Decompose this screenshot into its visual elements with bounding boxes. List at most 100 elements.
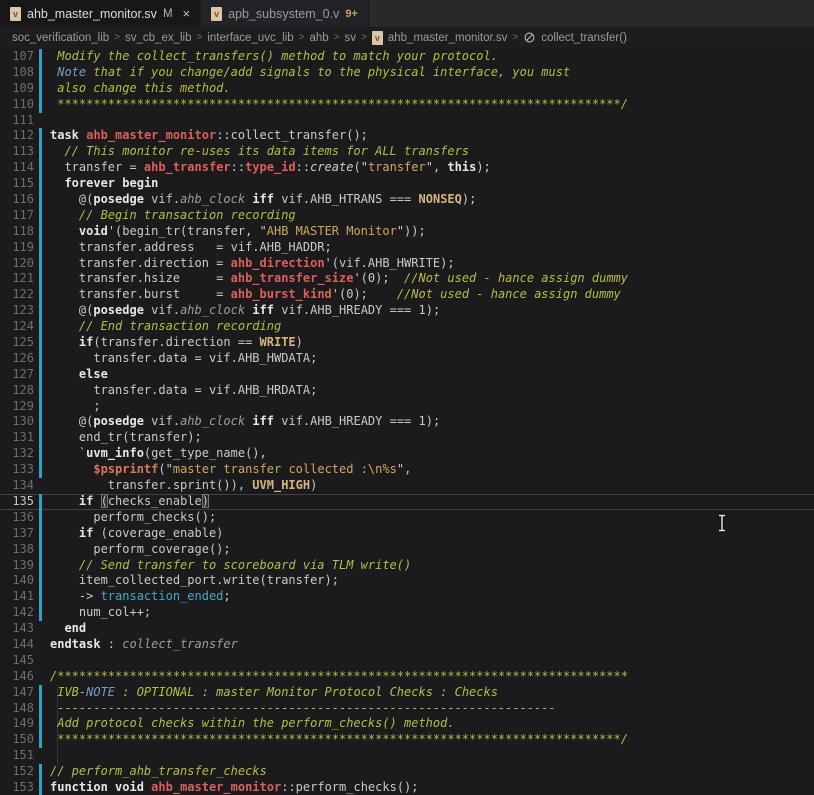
modified-gutter-bar	[39, 49, 42, 65]
code-line[interactable]: 115 forever begin	[0, 176, 814, 192]
code-line[interactable]: 126 transfer.data = vif.AHB_HWDATA;	[0, 351, 814, 367]
modified-gutter-bar	[39, 764, 42, 780]
code-line[interactable]: 117 // Begin transaction recording	[0, 208, 814, 224]
code-text: Note that if you change/add signals to t…	[50, 65, 570, 79]
breadcrumb-item[interactable]: soc_verification_lib	[12, 32, 109, 44]
code-text: $psprintf("master transfer collected :\n…	[50, 462, 411, 476]
tab-label: ahb_master_monitor.sv	[27, 7, 157, 21]
code-line[interactable]: 138 perform_coverage();	[0, 542, 814, 558]
code-line[interactable]: 124 // End transaction recording	[0, 319, 814, 335]
code-line[interactable]: 137 if (coverage_enable)	[0, 526, 814, 542]
vscode-window: v ahb_master_monitor.sv M × v apb_subsys…	[0, 0, 814, 795]
line-number: 131	[0, 430, 34, 444]
tab-bar: v ahb_master_monitor.sv M × v apb_subsys…	[0, 0, 814, 27]
code-text: ****************************************…	[50, 97, 628, 111]
modified-gutter-bar	[39, 271, 42, 287]
modified-gutter-bar	[39, 176, 42, 192]
code-line[interactable]: 139 // Send transfer to scoreboard via T…	[0, 558, 814, 574]
code-line[interactable]: 142 num_col++;	[0, 605, 814, 621]
code-line[interactable]: 141 -> transaction_ended;	[0, 589, 814, 605]
code-line[interactable]: 129 ;	[0, 399, 814, 415]
code-line[interactable]: 121 transfer.hsize = ahb_transfer_size'(…	[0, 271, 814, 287]
breadcrumb-separator: >	[512, 32, 518, 43]
code-line[interactable]: 149 Add protocol checks within the perfo…	[0, 716, 814, 732]
breadcrumb-separator: >	[299, 32, 305, 43]
code-line[interactable]: 118 void'(begin_tr(transfer, "AHB MASTER…	[0, 224, 814, 240]
code-line[interactable]: 110 ************************************…	[0, 97, 814, 113]
breadcrumb-item[interactable]: ahb	[310, 32, 329, 44]
code-area[interactable]: 107 Modify the collect_transfers() metho…	[0, 49, 814, 795]
close-icon[interactable]: ×	[183, 6, 191, 21]
breadcrumb-item[interactable]: sv	[345, 32, 357, 44]
code-line[interactable]: 125 if(transfer.direction == WRITE)	[0, 335, 814, 351]
modified-gutter-bar	[39, 303, 42, 319]
line-number: 128	[0, 383, 34, 397]
code-line[interactable]: 150 ************************************…	[0, 732, 814, 748]
code-line[interactable]: 148 ------------------------------------…	[0, 701, 814, 717]
code-text: forever begin	[50, 176, 158, 190]
line-number: 146	[0, 669, 34, 683]
code-text: -> transaction_ended;	[50, 589, 231, 603]
code-line[interactable]: 114 transfer = ahb_transfer::type_id::cr…	[0, 160, 814, 176]
breadcrumb-item[interactable]: sv_cb_ex_lib	[125, 32, 191, 44]
modified-gutter-bar	[39, 287, 42, 303]
code-line[interactable]: 145	[0, 653, 814, 669]
code-line[interactable]: 132 `uvm_info(get_type_name(),	[0, 446, 814, 462]
code-line[interactable]: 144endtask : collect_transfer	[0, 637, 814, 653]
code-line[interactable]: 128 transfer.data = vif.AHB_HRDATA;	[0, 383, 814, 399]
code-line[interactable]: 107 Modify the collect_transfers() metho…	[0, 49, 814, 65]
code-text: // End transaction recording	[50, 319, 281, 333]
code-line[interactable]: 135 if (checks_enable)	[0, 494, 814, 510]
breadcrumb-item-file[interactable]: ahb_master_monitor.sv	[388, 32, 508, 44]
modified-gutter-bar	[39, 430, 42, 446]
modified-gutter-bar	[39, 160, 42, 176]
code-text: perform_checks();	[50, 510, 216, 524]
modified-gutter-bar	[39, 208, 42, 224]
line-number: 139	[0, 558, 34, 572]
code-line[interactable]: 108 Note that if you change/add signals …	[0, 65, 814, 81]
line-number: 123	[0, 303, 34, 317]
code-line[interactable]: 131 end_tr(transfer);	[0, 430, 814, 446]
code-line[interactable]: 123 @(posedge vif.ahb_clock iff vif.AHB_…	[0, 303, 814, 319]
code-line[interactable]: 152// perform_ahb_transfer_checks	[0, 764, 814, 780]
line-number: 108	[0, 65, 34, 79]
code-line[interactable]: 111	[0, 113, 814, 129]
code-line[interactable]: 113 // This monitor re-uses its data ite…	[0, 144, 814, 160]
line-number: 112	[0, 128, 34, 142]
code-line[interactable]: 147 IVB-NOTE : OPTIONAL : master Monitor…	[0, 685, 814, 701]
code-line[interactable]: 151	[0, 748, 814, 764]
verilog-file-icon: v	[10, 7, 21, 21]
line-number: 138	[0, 542, 34, 556]
code-line[interactable]: 112task ahb_master_monitor::collect_tran…	[0, 128, 814, 144]
code-line[interactable]: 120 transfer.direction = ahb_direction'(…	[0, 256, 814, 272]
tab-apb-subsystem[interactable]: v apb_subsystem_0.v 9+	[201, 0, 369, 27]
breadcrumb-item[interactable]: interface_uvc_lib	[207, 32, 293, 44]
line-number: 137	[0, 526, 34, 540]
code-line[interactable]: 143 end	[0, 621, 814, 637]
code-line[interactable]: 153function void ahb_master_monitor::per…	[0, 780, 814, 795]
code-line[interactable]: 133 $psprintf("master transfer collected…	[0, 462, 814, 478]
code-line[interactable]: 116 @(posedge vif.ahb_clock iff vif.AHB_…	[0, 192, 814, 208]
code-text: transfer.data = vif.AHB_HRDATA;	[50, 383, 317, 397]
tab-ahb-master-monitor[interactable]: v ahb_master_monitor.sv M ×	[0, 0, 201, 27]
code-text: /***************************************…	[50, 669, 628, 683]
code-line[interactable]: 146 /************************************…	[0, 669, 814, 685]
modified-gutter-bar	[39, 558, 42, 574]
modified-gutter-bar	[39, 685, 42, 701]
code-line[interactable]: 122 transfer.burst = ahb_burst_kind'(0);…	[0, 287, 814, 303]
modified-gutter-bar	[39, 319, 42, 335]
modified-gutter-bar	[39, 510, 42, 526]
modified-gutter-bar	[39, 335, 42, 351]
code-line[interactable]: 109 also change this method.	[0, 81, 814, 97]
code-line[interactable]: 119 transfer.address = vif.AHB_HADDR;	[0, 240, 814, 256]
breadcrumb: soc_verification_lib > sv_cb_ex_lib > in…	[0, 27, 814, 48]
line-number: 142	[0, 605, 34, 619]
code-line[interactable]: 136 perform_checks();	[0, 510, 814, 526]
code-line[interactable]: 140 item_collected_port.write(transfer);	[0, 573, 814, 589]
code-line[interactable]: 130 @(posedge vif.ahb_clock iff vif.AHB_…	[0, 414, 814, 430]
breadcrumb-item-symbol[interactable]: collect_transfer()	[541, 32, 627, 44]
code-editor[interactable]: 107 Modify the collect_transfers() metho…	[0, 48, 814, 795]
line-number: 153	[0, 780, 34, 794]
code-line[interactable]: 134 transfer.sprint()), UVM_HIGH)	[0, 478, 814, 494]
code-line[interactable]: 127 else	[0, 367, 814, 383]
